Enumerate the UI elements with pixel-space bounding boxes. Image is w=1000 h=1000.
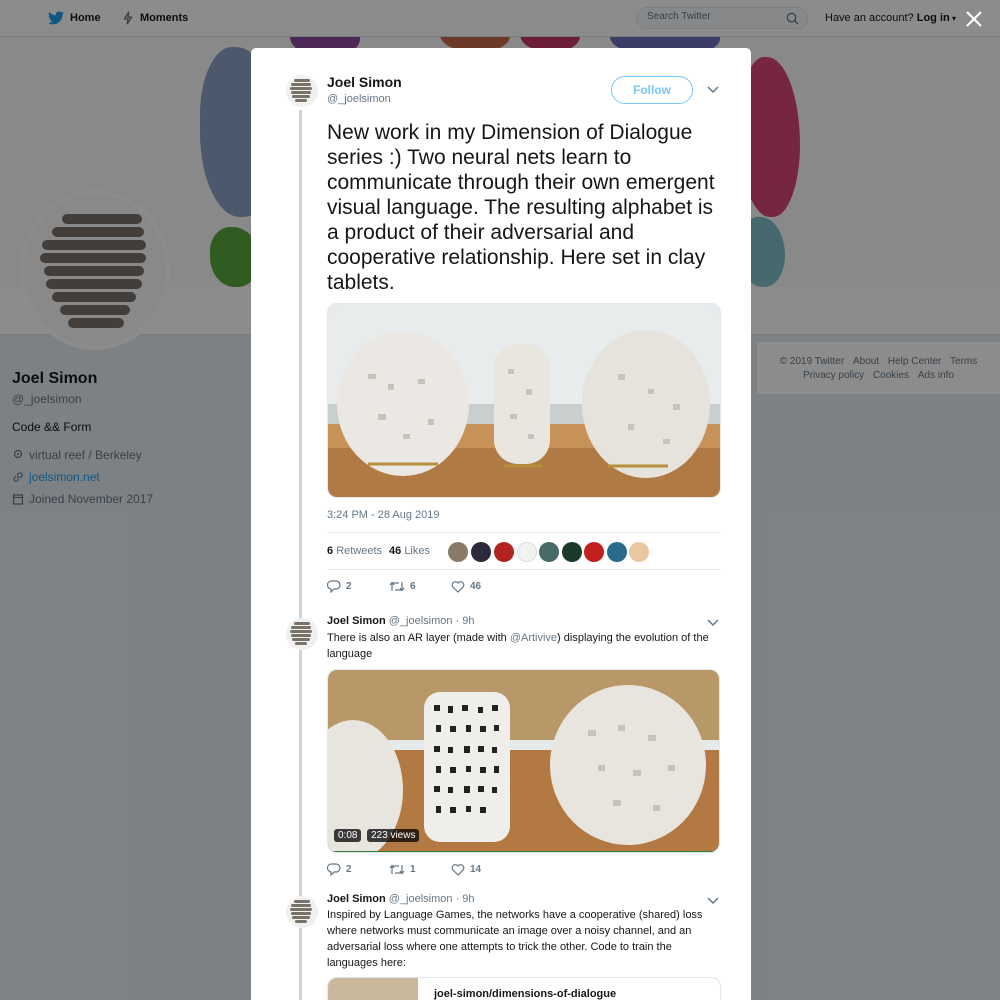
reply-author-handle[interactable]: @_joelsimon bbox=[389, 615, 453, 627]
likes-stat[interactable]: 46 Likes bbox=[389, 545, 430, 557]
chevron-down-icon[interactable] bbox=[707, 86, 719, 94]
avatar[interactable] bbox=[286, 896, 318, 928]
tweet-image[interactable] bbox=[327, 303, 721, 498]
reply-actions: 2 1 14 bbox=[327, 863, 513, 876]
reply-count: 2 bbox=[346, 864, 352, 875]
reply-text-part: There is also an AR layer (made with bbox=[327, 632, 510, 644]
like-button[interactable]: 46 bbox=[451, 580, 513, 593]
heart-icon bbox=[451, 581, 465, 593]
thread-line bbox=[299, 110, 302, 1000]
tweet-stats: 6 Retweets 46 Likes bbox=[327, 532, 721, 570]
reply-button[interactable]: 2 bbox=[327, 863, 389, 876]
liker-avatar[interactable] bbox=[448, 542, 468, 562]
retweet-button[interactable]: 1 bbox=[389, 863, 451, 876]
reply-text: There is also an AR layer (made with @Ar… bbox=[327, 630, 722, 662]
reply-time[interactable]: · 9h bbox=[456, 615, 475, 627]
reply-header: Joel Simon @_joelsimon · 9h bbox=[327, 615, 475, 627]
avatar[interactable] bbox=[286, 75, 318, 107]
reply-text: Inspired by Language Games, the networks… bbox=[327, 909, 703, 969]
reply-author-handle[interactable]: @_joelsimon bbox=[389, 893, 453, 905]
reply-time[interactable]: · 9h bbox=[456, 893, 475, 905]
like-count: 46 bbox=[470, 581, 482, 592]
retweet-icon bbox=[389, 864, 405, 875]
mention-link[interactable]: @Artivive bbox=[510, 632, 557, 644]
liker-avatar[interactable] bbox=[517, 542, 537, 562]
liker-avatar[interactable] bbox=[629, 542, 649, 562]
chevron-down-icon[interactable] bbox=[707, 897, 719, 905]
tweet-modal: Joel Simon @_joelsimon Follow New work i… bbox=[251, 48, 751, 1000]
avatar[interactable] bbox=[286, 618, 318, 650]
tweet-actions: 2 6 46 bbox=[327, 580, 513, 593]
liker-avatar[interactable] bbox=[494, 542, 514, 562]
reply-author-name[interactable]: Joel Simon bbox=[327, 893, 386, 905]
close-icon[interactable] bbox=[963, 8, 985, 30]
liker-avatar[interactable] bbox=[562, 542, 582, 562]
reply-header: Joel Simon @_joelsimon · 9h bbox=[327, 893, 475, 905]
tweet-text: New work in my Dimension of Dialogue ser… bbox=[327, 121, 715, 294]
like-count: 14 bbox=[470, 864, 482, 875]
retweets-label: Retweets bbox=[336, 545, 383, 557]
card-title: joel-simon/dimensions-of-dialogue bbox=[434, 988, 617, 1000]
card-thumbnail bbox=[328, 978, 418, 1000]
reply-button[interactable]: 2 bbox=[327, 580, 389, 593]
heart-icon bbox=[451, 864, 465, 876]
retweets-count: 6 bbox=[327, 545, 334, 557]
reply-author-name[interactable]: Joel Simon bbox=[327, 615, 386, 627]
retweet-icon bbox=[389, 581, 405, 592]
liker-avatar[interactable] bbox=[471, 542, 491, 562]
video-duration: 0:08 bbox=[334, 829, 362, 842]
tweet-video[interactable]: 0:08 223 views bbox=[327, 669, 720, 853]
link-card[interactable]: joel-simon/dimensions-of-dialogue bbox=[327, 977, 721, 1000]
retweet-button[interactable]: 6 bbox=[389, 580, 451, 593]
tweet-timestamp[interactable]: 3:24 PM - 28 Aug 2019 bbox=[327, 509, 440, 521]
reply-icon bbox=[327, 580, 341, 593]
reply-icon bbox=[327, 863, 341, 876]
retweet-count: 6 bbox=[410, 581, 416, 592]
tweet-author-handle[interactable]: @_joelsimon bbox=[327, 93, 391, 105]
tweet-author-name[interactable]: Joel Simon bbox=[327, 74, 402, 90]
liker-avatar[interactable] bbox=[539, 542, 559, 562]
retweet-count: 1 bbox=[410, 864, 416, 875]
like-button[interactable]: 14 bbox=[451, 863, 513, 876]
likes-count: 46 bbox=[389, 545, 402, 557]
retweets-stat[interactable]: 6 Retweets bbox=[327, 545, 382, 557]
follow-button[interactable]: Follow bbox=[611, 76, 693, 104]
liker-avatar[interactable] bbox=[607, 542, 627, 562]
likes-label: Likes bbox=[404, 545, 430, 557]
reply-count: 2 bbox=[346, 581, 352, 592]
video-views: 223 views bbox=[367, 829, 420, 842]
liker-avatar[interactable] bbox=[584, 542, 604, 562]
chevron-down-icon[interactable] bbox=[707, 619, 719, 627]
